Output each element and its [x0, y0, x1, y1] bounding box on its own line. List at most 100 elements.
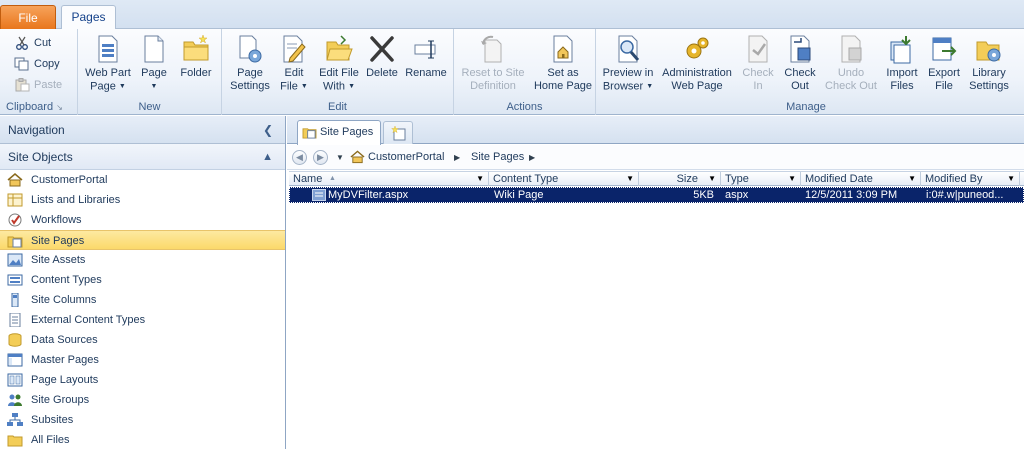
table-row[interactable]: MyDVFilter.aspx Wiki Page 5KB aspx 12/5/…	[289, 187, 1024, 203]
filter-dropdown-icon[interactable]: ▼	[1007, 172, 1015, 186]
history-dropdown-icon[interactable]: ▼	[336, 145, 344, 170]
edit-file-with-button[interactable]: Edit File With ▼	[314, 31, 364, 101]
nav-item-master-pages[interactable]: Master Pages	[0, 350, 285, 370]
column-header-modified-date[interactable]: Modified Date ▼	[801, 172, 921, 186]
cell-name: MyDVFilter.aspx	[328, 189, 409, 201]
cell-content-type: Wiki Page	[494, 189, 544, 201]
breadcrumb-separator-icon[interactable]: ▶	[454, 145, 460, 170]
page-settings-button[interactable]: Page Settings	[226, 31, 274, 101]
nav-item-content-types[interactable]: Content Types	[0, 270, 285, 290]
web-part-page-icon	[98, 35, 118, 63]
filter-dropdown-icon[interactable]: ▼	[908, 172, 916, 186]
library-settings-button[interactable]: Library Settings	[966, 31, 1012, 101]
nav-item-data-sources[interactable]: Data Sources	[0, 330, 285, 350]
administration-web-page-button[interactable]: Administration Web Page	[658, 31, 736, 101]
filter-dropdown-icon[interactable]: ▼	[476, 172, 484, 186]
nav-item-external-content-types[interactable]: External Content Types	[0, 310, 285, 330]
filter-dropdown-icon[interactable]: ▼	[626, 172, 634, 186]
site-assets-icon	[7, 253, 23, 267]
site-objects-title: Site Objects	[8, 150, 73, 164]
import-files-button[interactable]: Import Files	[882, 31, 922, 101]
reset-to-site-definition-button[interactable]: Reset to Site Definition	[456, 31, 530, 101]
nav-item-page-layouts[interactable]: Page Layouts	[0, 370, 285, 390]
nav-item-site-pages[interactable]: Site Pages	[0, 230, 285, 250]
export-file-button[interactable]: Export File	[924, 31, 964, 101]
page-button[interactable]: Page ▼	[136, 31, 172, 101]
new-group-label: New	[138, 101, 161, 113]
back-button[interactable]: ◀	[292, 150, 307, 165]
site-pages-icon	[7, 236, 23, 248]
nav-item-site-columns[interactable]: Site Columns	[0, 290, 285, 310]
rename-button[interactable]: Rename	[402, 31, 450, 101]
tab-site-pages[interactable]: Site Pages	[297, 120, 381, 145]
site-columns-icon	[11, 293, 19, 307]
check-out-icon	[790, 35, 811, 63]
document-tab-bar: Site Pages	[287, 116, 1024, 145]
column-header-modified-by[interactable]: Modified By ▼	[921, 172, 1020, 186]
set-as-home-page-button[interactable]: Set as Home Page	[532, 31, 594, 101]
nav-item-site-assets[interactable]: Site Assets	[0, 250, 285, 270]
breadcrumb-customerportal[interactable]: CustomerPortal	[368, 145, 444, 170]
forward-button[interactable]: ▶	[313, 150, 328, 165]
folder-button[interactable]: Folder	[174, 31, 218, 101]
new-tab-icon	[391, 126, 406, 141]
column-header-size[interactable]: Size ▼	[639, 172, 721, 186]
reset-page-icon	[481, 35, 502, 63]
wiki-page-icon	[312, 189, 326, 201]
forward-arrow-icon: ▶	[317, 152, 324, 162]
navigation-title: Navigation	[8, 123, 65, 137]
address-bar: ◀ ▶ ▼ CustomerPortal ▶ Site Pages ▶	[287, 145, 1024, 170]
edit-file-icon	[283, 35, 306, 63]
edit-group: Page Settings Edit File ▼ Edit File With ▼ …	[222, 29, 454, 115]
check-out-button[interactable]: Check Out	[780, 31, 820, 101]
cut-button[interactable]: Cut	[14, 33, 51, 53]
delete-button[interactable]: Delete	[364, 31, 400, 101]
actions-group: Reset to Site Definition Set as Home Page …	[454, 29, 596, 115]
new-group: Web Part Page ▼ Page ▼ Folder New	[78, 29, 222, 115]
site-objects-header[interactable]: Site Objects ▲	[0, 144, 285, 170]
content-pane: Site Pages ◀ ▶ ▼ CustomerPortal ▶ Site P…	[287, 116, 1024, 449]
breadcrumb-separator-icon[interactable]: ▶	[529, 145, 535, 170]
check-in-button[interactable]: Check In	[738, 31, 778, 101]
filter-dropdown-icon[interactable]: ▼	[788, 172, 796, 186]
clipboard-icon	[15, 78, 30, 92]
column-header-type[interactable]: Type ▼	[721, 172, 801, 186]
filter-dropdown-icon[interactable]: ▼	[708, 172, 716, 186]
web-part-page-button[interactable]: Web Part Page ▼	[82, 31, 134, 101]
nav-item-workflows[interactable]: Workflows	[0, 210, 285, 230]
delete-x-icon	[370, 36, 394, 62]
nav-item-customerportal[interactable]: CustomerPortal	[0, 170, 285, 190]
paste-button[interactable]: Paste	[14, 75, 62, 95]
copy-button[interactable]: Copy	[14, 54, 60, 74]
database-icon	[8, 333, 22, 347]
column-header-name[interactable]: Name ▲ ▼	[289, 172, 489, 186]
home-icon	[7, 173, 23, 187]
nav-item-site-groups[interactable]: Site Groups	[0, 390, 285, 410]
preview-in-browser-button[interactable]: Preview in Browser ▼	[600, 31, 656, 101]
subsites-icon	[7, 413, 23, 426]
cell-size: 5KB	[693, 189, 714, 201]
tab-file[interactable]: File	[0, 5, 56, 29]
library-settings-icon	[976, 41, 1001, 62]
undo-check-out-button[interactable]: Undo Check Out	[822, 31, 880, 101]
chevron-up-icon[interactable]: ▲	[262, 144, 273, 170]
ribbon: Cut Copy Paste Clipboard ↘ Web Part Page …	[0, 29, 1024, 115]
edit-file-button[interactable]: Edit File ▼	[276, 31, 312, 101]
nav-item-subsites[interactable]: Subsites	[0, 410, 285, 430]
new-tab-button[interactable]	[383, 121, 413, 144]
undo-check-out-icon	[841, 35, 862, 63]
collapse-navigation-icon[interactable]: ❮	[263, 116, 273, 144]
manage-group-label: Manage	[786, 101, 826, 113]
column-header-content-type[interactable]: Content Type ▼	[489, 172, 639, 186]
clipboard-group-label: Clipboard ↘	[6, 101, 63, 113]
cut-label: Cut	[34, 37, 52, 49]
tab-pages[interactable]: Pages	[61, 5, 116, 30]
navigation-pane: Navigation ❮ Site Objects ▲ CustomerPort…	[0, 116, 286, 449]
nav-item-lists-and-libraries[interactable]: Lists and Libraries	[0, 190, 285, 210]
paste-label: Paste	[34, 79, 63, 91]
nav-item-all-files[interactable]: All Files	[0, 430, 285, 449]
page-settings-icon	[239, 35, 262, 63]
breadcrumb-site-pages[interactable]: Site Pages	[471, 145, 524, 170]
file-list-header: Name ▲ ▼ Content Type ▼ Size ▼ Type ▼ Modif…	[289, 171, 1024, 186]
edit-group-label: Edit	[328, 101, 347, 113]
